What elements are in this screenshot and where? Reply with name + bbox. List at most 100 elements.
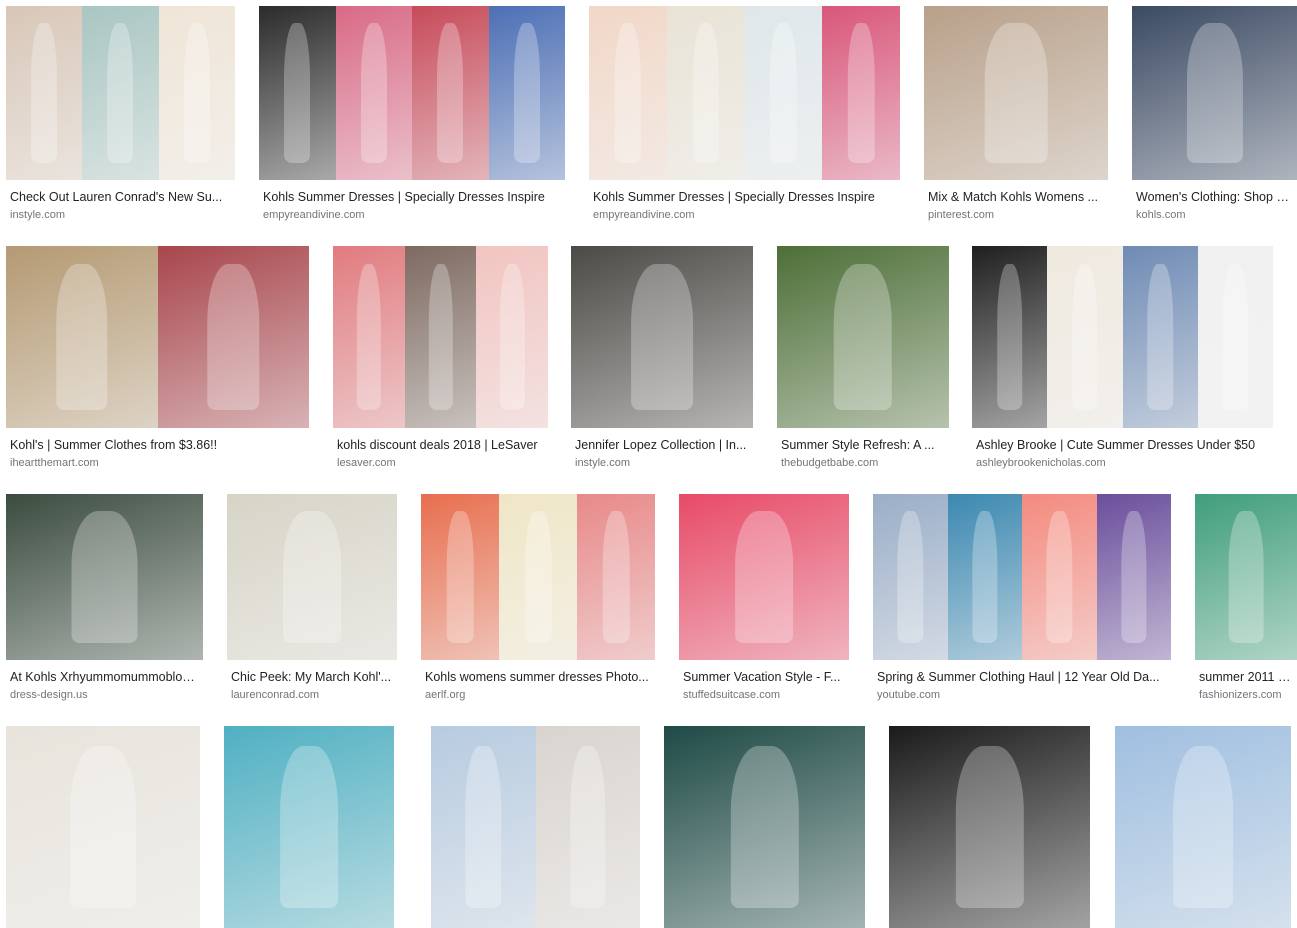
thumbnail-photo-panel: [1197, 246, 1273, 428]
result-thumbnail[interactable]: [972, 246, 1273, 428]
thumbnail-photo-panel: [577, 494, 655, 660]
result-title[interactable]: Jennifer Lopez Collection | In...: [575, 437, 749, 453]
thumbnail-photo-panel: [666, 6, 745, 180]
thumbnail-photo-panel: [333, 246, 405, 428]
thumbnail-photo-panel: [476, 246, 548, 428]
result-source: kohls.com: [1136, 209, 1186, 221]
image-result[interactable]: Mix & Match Kohls Womens ... pinterest.co…: [924, 6, 1108, 224]
thumbnail-photo-panel: [158, 6, 235, 180]
result-source: lesaver.com: [337, 457, 396, 469]
thumbnail-photo-panel: [535, 726, 640, 928]
image-result[interactable]: summer 2011 fash... fashionizers.com: [1195, 494, 1297, 704]
result-thumbnail[interactable]: [6, 246, 309, 428]
result-title[interactable]: Summer Style Refresh: A ...: [781, 437, 945, 453]
result-title[interactable]: Ashley Brooke | Cute Summer Dresses Unde…: [976, 437, 1269, 453]
thumbnail-photo-panel: [873, 494, 948, 660]
image-result[interactable]: [664, 726, 865, 928]
thumbnail-photo-panel: [679, 494, 849, 660]
image-result[interactable]: Check Out Lauren Conrad's New Su... insty…: [6, 6, 235, 224]
image-result[interactable]: Kohl's | Summer Clothes from $3.86!! ihea…: [6, 246, 309, 472]
result-thumbnail[interactable]: [571, 246, 753, 428]
result-thumbnail[interactable]: [6, 726, 200, 928]
thumbnail-photo-panel: [157, 246, 309, 428]
image-result[interactable]: [1115, 726, 1291, 928]
result-source: pinterest.com: [928, 209, 995, 221]
result-source: fashionizers.com: [1199, 689, 1282, 701]
result-source: stuffedsuitcase.com: [683, 689, 781, 701]
thumbnail-photo-panel: [227, 494, 397, 660]
image-result[interactable]: Jennifer Lopez Collection | In... instyle…: [571, 246, 753, 472]
result-thumbnail[interactable]: [1115, 726, 1291, 928]
result-thumbnail[interactable]: [259, 6, 565, 180]
result-title[interactable]: At Kohls Xrhyummomummoblog...: [10, 669, 199, 685]
thumbnail-photo-panel: [335, 6, 412, 180]
result-thumbnail[interactable]: [889, 726, 1090, 928]
thumbnail-photo-panel: [1096, 494, 1171, 660]
result-thumbnail[interactable]: [873, 494, 1171, 660]
result-thumbnail[interactable]: [333, 246, 548, 428]
result-title[interactable]: Mix & Match Kohls Womens ...: [928, 189, 1104, 205]
thumbnail-photo-panel: [777, 246, 949, 428]
result-thumbnail[interactable]: [777, 246, 949, 428]
thumbnail-photo-panel: [1132, 6, 1297, 180]
thumbnail-photo-panel: [421, 494, 499, 660]
result-title[interactable]: Kohls Summer Dresses | Specially Dresses…: [593, 189, 896, 205]
thumbnail-photo-panel: [1122, 246, 1198, 428]
image-result[interactable]: Ashley Brooke | Cute Summer Dresses Unde…: [972, 246, 1273, 472]
result-thumbnail[interactable]: [421, 494, 655, 660]
result-thumbnail[interactable]: [6, 494, 203, 660]
image-result[interactable]: Spring & Summer Clothing Haul | 12 Year …: [873, 494, 1171, 704]
result-title[interactable]: Chic Peek: My March Kohl'...: [231, 669, 393, 685]
result-source: laurenconrad.com: [231, 689, 320, 701]
thumbnail-photo-panel: [6, 494, 203, 660]
result-source: youtube.com: [877, 689, 940, 701]
image-result[interactable]: Kohls Summer Dresses | Specially Dresses…: [259, 6, 565, 224]
thumbnail-photo-panel: [947, 494, 1022, 660]
result-thumbnail[interactable]: [431, 726, 640, 928]
thumbnail-photo-panel: [589, 6, 667, 180]
thumbnail-photo-panel: [224, 726, 394, 928]
thumbnail-photo-panel: [1022, 494, 1097, 660]
result-thumbnail[interactable]: [924, 6, 1108, 180]
thumbnail-photo-panel: [1047, 246, 1123, 428]
image-result[interactable]: [6, 726, 200, 928]
image-result[interactable]: Summer Vacation Style - F... stuffedsuitc…: [679, 494, 849, 704]
image-result[interactable]: [431, 726, 640, 928]
result-source: dress-design.us: [10, 689, 88, 701]
result-title[interactable]: Kohls Summer Dresses | Specially Dresses…: [263, 189, 561, 205]
result-thumbnail[interactable]: [1195, 494, 1297, 660]
result-title[interactable]: Spring & Summer Clothing Haul | 12 Year …: [877, 669, 1167, 685]
image-result[interactable]: Summer Style Refresh: A ... thebudgetbabe…: [777, 246, 949, 472]
image-result[interactable]: [889, 726, 1090, 928]
result-thumbnail[interactable]: [1132, 6, 1297, 180]
result-title[interactable]: summer 2011 fash...: [1199, 669, 1293, 685]
result-thumbnail[interactable]: [6, 6, 235, 180]
result-thumbnail[interactable]: [227, 494, 397, 660]
result-thumbnail[interactable]: [224, 726, 394, 928]
result-source: empyreandivine.com: [593, 209, 695, 221]
thumbnail-photo-panel: [82, 6, 159, 180]
image-result[interactable]: [224, 726, 394, 928]
result-thumbnail[interactable]: [664, 726, 865, 928]
image-result[interactable]: Chic Peek: My March Kohl'... laurenconrad…: [227, 494, 397, 704]
image-result[interactable]: Kohls womens summer dresses Photo... aerl…: [421, 494, 655, 704]
result-title[interactable]: kohls discount deals 2018 | LeSaver: [337, 437, 544, 453]
result-title[interactable]: Women's Clothing: Shop Wo...: [1136, 189, 1293, 205]
thumbnail-photo-panel: [889, 726, 1090, 928]
thumbnail-photo-panel: [822, 6, 900, 180]
result-source: thebudgetbabe.com: [781, 457, 879, 469]
thumbnail-photo-panel: [924, 6, 1108, 180]
thumbnail-photo-panel: [6, 726, 200, 928]
result-title[interactable]: Check Out Lauren Conrad's New Su...: [10, 189, 231, 205]
result-thumbnail[interactable]: [679, 494, 849, 660]
result-source: empyreandivine.com: [263, 209, 365, 221]
image-result[interactable]: Kohls Summer Dresses | Specially Dresses…: [589, 6, 900, 224]
image-result[interactable]: kohls discount deals 2018 | LeSaver lesav…: [333, 246, 548, 472]
image-result[interactable]: At Kohls Xrhyummomummoblog... dress-desig…: [6, 494, 203, 704]
result-title[interactable]: Summer Vacation Style - F...: [683, 669, 845, 685]
image-result[interactable]: Women's Clothing: Shop Wo... kohls.com: [1132, 6, 1297, 224]
thumbnail-photo-panel: [6, 6, 83, 180]
result-title[interactable]: Kohls womens summer dresses Photo...: [425, 669, 651, 685]
result-thumbnail[interactable]: [589, 6, 900, 180]
result-title[interactable]: Kohl's | Summer Clothes from $3.86!!: [10, 437, 305, 453]
